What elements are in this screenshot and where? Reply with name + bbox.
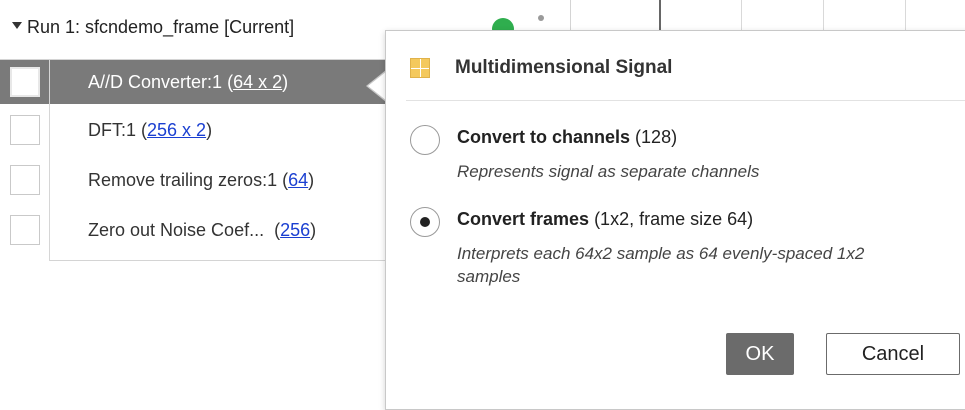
grid-line	[905, 0, 906, 30]
option-detail: (1x2, frame size 64)	[594, 209, 754, 229]
run-options-icon[interactable]	[538, 15, 544, 21]
option-title: Convert to channels (128)	[457, 127, 677, 148]
signal-checkbox[interactable]	[10, 115, 40, 145]
signal-dims-link[interactable]: 64 x 2	[233, 72, 282, 92]
signal-name: A//D Converter:1	[88, 72, 223, 92]
option-label: Convert frames	[457, 209, 590, 229]
ok-button[interactable]: OK	[726, 333, 794, 375]
grid-table-icon	[410, 58, 430, 78]
signal-dims-link[interactable]: 64	[288, 170, 308, 190]
signal-label: Remove trailing zeros:1 (64)	[88, 170, 315, 190]
signal-name: Zero out Noise Coef...	[88, 220, 265, 240]
signal-dims-link[interactable]: 256	[280, 220, 310, 240]
option-description: Represents signal as separate channels	[457, 162, 760, 181]
list-column-divider	[49, 60, 50, 261]
grid-line	[659, 0, 661, 30]
signal-label: DFT:1 (256 x 2)	[88, 120, 213, 140]
popup-separator	[406, 100, 965, 101]
signal-label: Zero out Noise Coef... (256)	[88, 220, 317, 240]
multidimensional-signal-popup: Multidimensional Signal Convert to chann…	[385, 30, 965, 410]
option-detail: (128)	[635, 127, 678, 147]
signal-checkbox[interactable]	[10, 215, 40, 245]
option-title: Convert frames (1x2, frame size 64)	[457, 209, 753, 230]
grid-line	[823, 0, 824, 30]
run-title: Run 1: sfcndemo_frame [Current]	[27, 17, 295, 37]
signal-checkbox[interactable]	[10, 165, 40, 195]
radio-convert-to-channels[interactable]	[410, 125, 440, 155]
option-description: Interprets each 64x2 sample as 64 evenly…	[457, 244, 865, 286]
radio-selected-dot	[420, 217, 430, 227]
cancel-button[interactable]: Cancel	[826, 333, 960, 375]
signal-dims-link[interactable]: 256 x 2	[147, 120, 206, 140]
popup-title: Multidimensional Signal	[455, 57, 673, 78]
radio-convert-frames[interactable]	[410, 207, 440, 237]
option-label: Convert to channels	[457, 127, 631, 147]
signal-name: DFT:1	[88, 120, 137, 140]
signal-name: Remove trailing zeros:1	[88, 170, 278, 190]
grid-line	[741, 0, 742, 30]
signal-label: A//D Converter:1 (64 x 2)	[88, 72, 289, 92]
signal-checkbox[interactable]	[10, 67, 40, 97]
caret-down-icon[interactable]	[12, 22, 22, 29]
